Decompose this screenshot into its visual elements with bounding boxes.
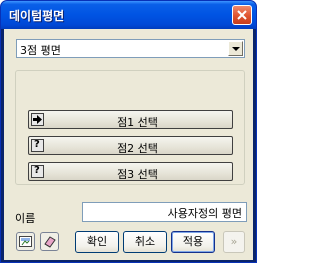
plane-type-dropdown[interactable]: 3점 평면 — [16, 39, 245, 58]
more-button[interactable]: » — [223, 231, 245, 253]
name-label: 이름 — [15, 212, 36, 225]
preview-button[interactable] — [16, 232, 35, 251]
dialog-body: 3점 평면 점1 선택 ? 점2 선택 ? 점3 선택 이름 사용자정의 평면 — [4, 29, 253, 260]
select-point3-label: 점3 선택 — [117, 168, 158, 181]
select-point2-button[interactable]: ? 점2 선택 — [28, 136, 233, 155]
plane-type-value: 3점 평면 — [20, 44, 61, 57]
ok-button[interactable]: 확인 — [75, 231, 119, 253]
chevron-down-icon[interactable] — [228, 41, 243, 56]
close-button[interactable] — [232, 5, 252, 25]
preview-icon — [19, 236, 32, 247]
cancel-button[interactable]: 취소 — [123, 231, 167, 253]
apply-button[interactable]: 적용 — [171, 231, 215, 253]
point-selection-group: 점1 선택 ? 점2 선택 ? 점3 선택 — [15, 70, 245, 185]
close-icon — [237, 10, 247, 20]
window-title: 데이텀평면 — [9, 9, 65, 23]
select-point2-label: 점2 선택 — [117, 142, 158, 155]
title-bar[interactable]: 데이텀평면 — [1, 1, 256, 29]
select-point3-button[interactable]: ? 점3 선택 — [28, 162, 233, 181]
dialog-window: 데이텀평면 3점 평면 점1 선택 ? 점2 선택 ? 점3 선택 이름 사용자… — [0, 0, 257, 263]
eraser-icon — [44, 236, 56, 248]
select-point1-button[interactable]: 점1 선택 — [28, 110, 233, 129]
select-point1-label: 점1 선택 — [117, 116, 158, 129]
eraser-button[interactable] — [40, 232, 59, 251]
name-field[interactable]: 사용자정의 평면 — [82, 202, 247, 222]
